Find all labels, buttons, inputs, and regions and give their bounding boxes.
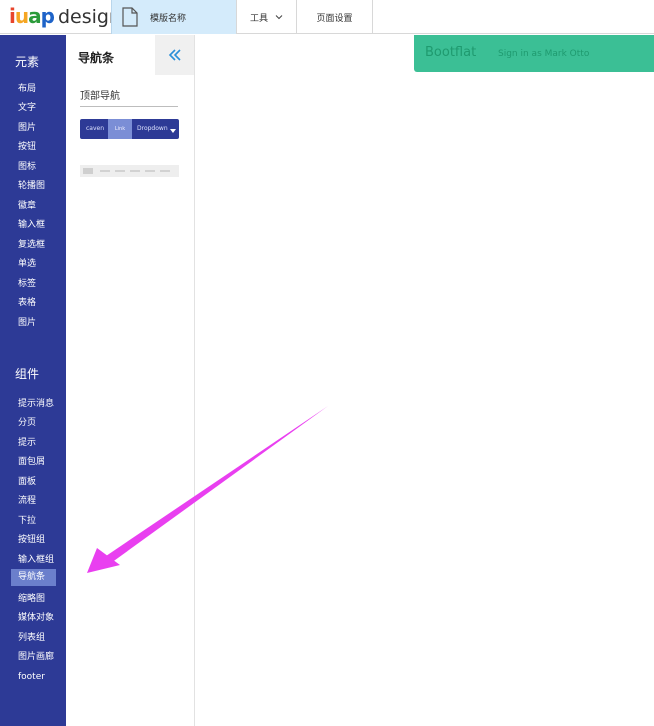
tab-navbar-template[interactable] xyxy=(80,165,179,177)
preview-dropdown: Dropdown xyxy=(137,125,168,132)
collapse-panel-button[interactable] xyxy=(155,35,194,75)
template-name-label: 模版名称 xyxy=(150,13,187,24)
sidebar-item[interactable]: 媒体对象 xyxy=(18,612,54,624)
template-name-tab[interactable]: 模版名称 xyxy=(111,0,237,34)
preview-dash xyxy=(160,170,170,172)
preview-brand: caven xyxy=(86,125,105,132)
caret-down-icon xyxy=(170,129,176,133)
preview-dash xyxy=(100,170,110,172)
page-settings-tab[interactable]: 页面设置 xyxy=(297,0,373,34)
tools-menu[interactable]: 工具 xyxy=(237,0,297,34)
navbar-brand[interactable]: Bootflat xyxy=(425,45,476,60)
sidebar-item[interactable]: footer xyxy=(18,671,45,683)
preview-dash xyxy=(145,170,155,172)
sidebar-item[interactable]: 按钮 xyxy=(18,141,36,153)
preview-dash xyxy=(115,170,125,172)
sidebar-item[interactable]: 复选框 xyxy=(18,239,45,251)
sidebar-item[interactable]: 轮播图 xyxy=(18,180,45,192)
sidebar-item[interactable]: 图片 xyxy=(18,317,36,329)
panel-subtitle: 顶部导航 xyxy=(80,87,178,107)
sidebar-item[interactable]: 提示消息 xyxy=(18,398,54,410)
preview-dash xyxy=(130,170,140,172)
navbar-signin-text: Sign in as Mark Otto xyxy=(498,49,590,59)
sidebar-item[interactable]: 标签 xyxy=(18,278,36,290)
sidebar-item[interactable]: 图标 xyxy=(18,161,36,173)
top-navbar-template[interactable]: caven Link Dropdown xyxy=(80,119,179,139)
top-toolbar: iuap design 模版名称 工具 页面设置 xyxy=(0,0,654,34)
preview-block xyxy=(83,168,93,174)
sidebar-item[interactable]: 流程 xyxy=(18,495,36,507)
double-chevron-left-icon xyxy=(168,49,181,61)
sidebar-item[interactable]: 缩略图 xyxy=(18,593,45,605)
sidebar-item[interactable]: 分页 xyxy=(18,417,36,429)
sidebar-item[interactable]: 输入框组 xyxy=(18,554,54,566)
bootflat-navbar[interactable]: Bootflat Sign in as Mark Otto xyxy=(414,35,654,72)
logo-brand: iuap xyxy=(9,4,55,28)
sidebar-item[interactable]: 布局 xyxy=(18,83,36,95)
sidebar: 元素 布局 文字 图片 按钮 图标 轮播图 徽章 输入框 复选框 单选 标签 表… xyxy=(0,35,66,726)
preview-link: Link xyxy=(108,119,132,139)
sidebar-item[interactable]: 徽章 xyxy=(18,200,36,212)
chevron-down-icon xyxy=(275,15,283,20)
sidebar-section-elements: 元素 xyxy=(15,55,40,69)
sidebar-item[interactable]: 面板 xyxy=(18,476,36,488)
sidebar-item[interactable]: 单选 xyxy=(18,258,36,270)
panel-title: 导航条 xyxy=(78,51,115,65)
sidebar-section-components: 组件 xyxy=(15,367,40,381)
sidebar-item[interactable]: 面包屑 xyxy=(18,456,45,468)
design-canvas[interactable]: Bootflat Sign in as Mark Otto xyxy=(195,35,654,726)
sidebar-item[interactable]: 输入框 xyxy=(18,219,45,231)
sidebar-item[interactable]: 文字 xyxy=(18,102,36,114)
document-icon xyxy=(122,7,138,27)
sidebar-item[interactable]: 列表组 xyxy=(18,632,45,644)
sidebar-item-navbar-active[interactable]: 导航条 xyxy=(11,569,56,586)
page-settings-label: 页面设置 xyxy=(316,13,353,24)
app-logo[interactable]: iuap design xyxy=(9,4,121,30)
component-panel: 导航条 顶部导航 caven Link Dropdown xyxy=(66,35,195,726)
sidebar-item[interactable]: 表格 xyxy=(18,297,36,309)
sidebar-item[interactable]: 图片画廊 xyxy=(18,651,54,663)
sidebar-item[interactable]: 按钮组 xyxy=(18,534,45,546)
sidebar-item[interactable]: 提示 xyxy=(18,437,36,449)
sidebar-item[interactable]: 图片 xyxy=(18,122,36,134)
sidebar-item[interactable]: 下拉 xyxy=(18,515,36,527)
panel-header: 导航条 xyxy=(66,35,195,75)
tools-label: 工具 xyxy=(249,13,268,24)
